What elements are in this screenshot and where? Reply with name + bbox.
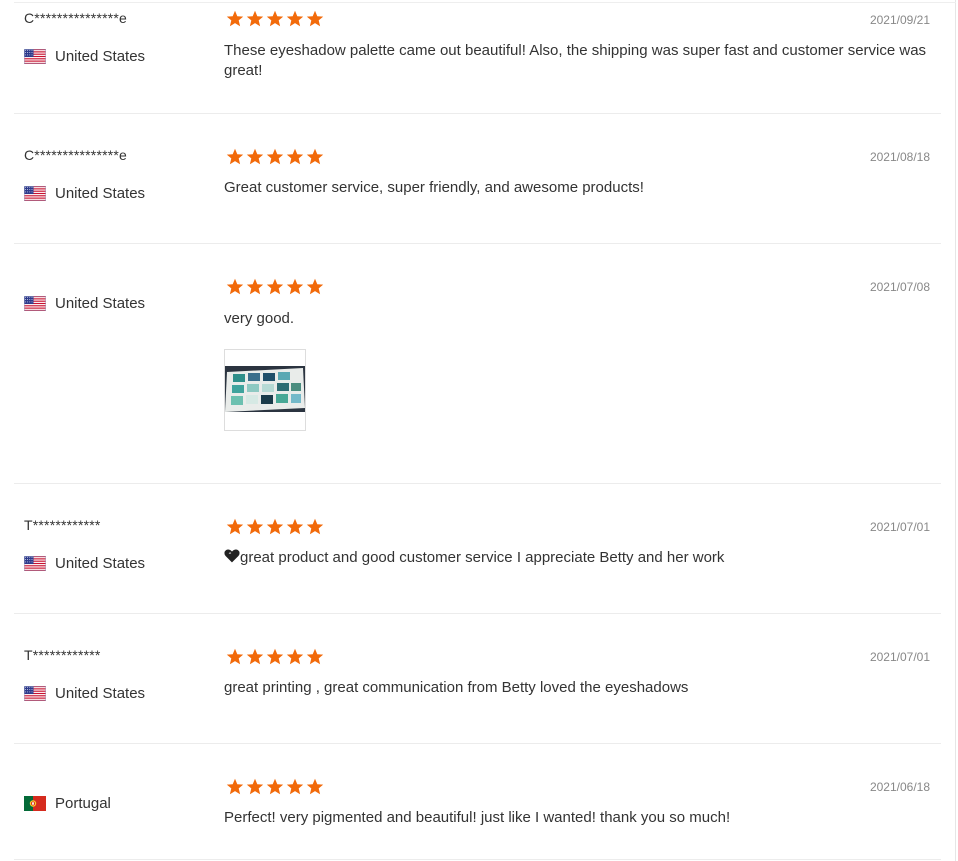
portugal-flag-icon [24, 796, 46, 811]
country-name: United States [55, 48, 146, 65]
reviewer-name: T************ [24, 647, 101, 663]
review-date: 2021/07/01 [869, 520, 930, 534]
star-icon [306, 648, 324, 666]
country-name: United States [55, 295, 146, 312]
reviewer-country: United States [24, 185, 145, 202]
star-icon [246, 518, 264, 536]
us-flag-icon [24, 49, 46, 64]
star-icon [266, 10, 284, 28]
review-item: C***************e United States 2021/08/… [14, 114, 941, 244]
review-text: great product and good customer service … [224, 548, 934, 568]
heart-icon [224, 549, 240, 563]
star-icon [226, 648, 244, 666]
country-name: United States [55, 555, 146, 572]
star-icon [226, 10, 244, 28]
star-icon [226, 518, 244, 536]
review-text: very good. [224, 310, 295, 327]
review-date: 2021/09/21 [869, 13, 930, 27]
reviewer-country: United States [24, 295, 145, 312]
review-item: United States 2021/07/08 very good. [14, 244, 941, 484]
star-icon [246, 778, 264, 796]
star-icon [246, 278, 264, 296]
star-icon [246, 648, 264, 666]
star-icon [286, 10, 304, 28]
star-rating [226, 278, 324, 296]
reviewer-country: United States [24, 48, 145, 65]
country-name: United States [55, 185, 146, 202]
reviewer-name: C***************e [24, 10, 128, 26]
us-flag-icon [24, 686, 46, 701]
star-icon [226, 778, 244, 796]
us-flag-icon [24, 296, 46, 311]
star-icon [286, 148, 304, 166]
review-date: 2021/07/01 [869, 650, 930, 664]
review-item: T************ United States 2021/07/01 g… [14, 614, 941, 744]
reviewer-name: T************ [24, 517, 101, 533]
reviewer-country: United States [24, 555, 145, 572]
star-rating [226, 148, 324, 166]
reviewer-name: C***************e [24, 147, 128, 163]
review-item: T************ United States 2021/07/01 g… [14, 484, 941, 614]
review-text: Perfect! very pigmented and beautiful! j… [224, 809, 731, 826]
us-flag-icon [24, 556, 46, 571]
review-photo[interactable] [224, 349, 306, 431]
star-icon [286, 778, 304, 796]
star-icon [286, 278, 304, 296]
review-text: Great customer service, super friendly, … [224, 179, 644, 196]
reviewer-country: United States [24, 685, 145, 702]
star-icon [226, 148, 244, 166]
review-date: 2021/08/18 [869, 150, 930, 164]
review-text: These eyeshadow palette came out beautif… [224, 42, 927, 79]
country-name: United States [55, 685, 146, 702]
review-text: great printing , great communication fro… [224, 679, 689, 696]
star-icon [266, 278, 284, 296]
star-icon [306, 148, 324, 166]
star-icon [266, 778, 284, 796]
star-rating [226, 778, 324, 796]
star-icon [246, 148, 264, 166]
star-rating [226, 10, 324, 28]
review-date: 2021/06/18 [869, 780, 930, 794]
star-icon [306, 278, 324, 296]
frame-border [955, 0, 956, 861]
star-icon [306, 10, 324, 28]
us-flag-icon [24, 186, 46, 201]
review-date: 2021/07/08 [869, 280, 930, 294]
star-icon [286, 518, 304, 536]
review-item: C***************e United States 2021/09/… [14, 0, 941, 114]
review-item: Portugal 2021/06/18 Perfect! very pigmen… [14, 744, 941, 860]
star-icon [266, 648, 284, 666]
star-rating [226, 518, 324, 536]
star-rating [226, 648, 324, 666]
reviewer-country: Portugal [24, 795, 111, 812]
star-icon [266, 148, 284, 166]
eyeshadow-palette-photo [225, 350, 305, 430]
star-icon [306, 518, 324, 536]
star-icon [266, 518, 284, 536]
country-name: Portugal [55, 795, 111, 812]
review-text-content: great product and good customer service … [240, 549, 725, 566]
review-list: C***************e United States 2021/09/… [14, 0, 941, 860]
star-icon [306, 778, 324, 796]
star-icon [286, 648, 304, 666]
star-icon [226, 278, 244, 296]
star-icon [246, 10, 264, 28]
